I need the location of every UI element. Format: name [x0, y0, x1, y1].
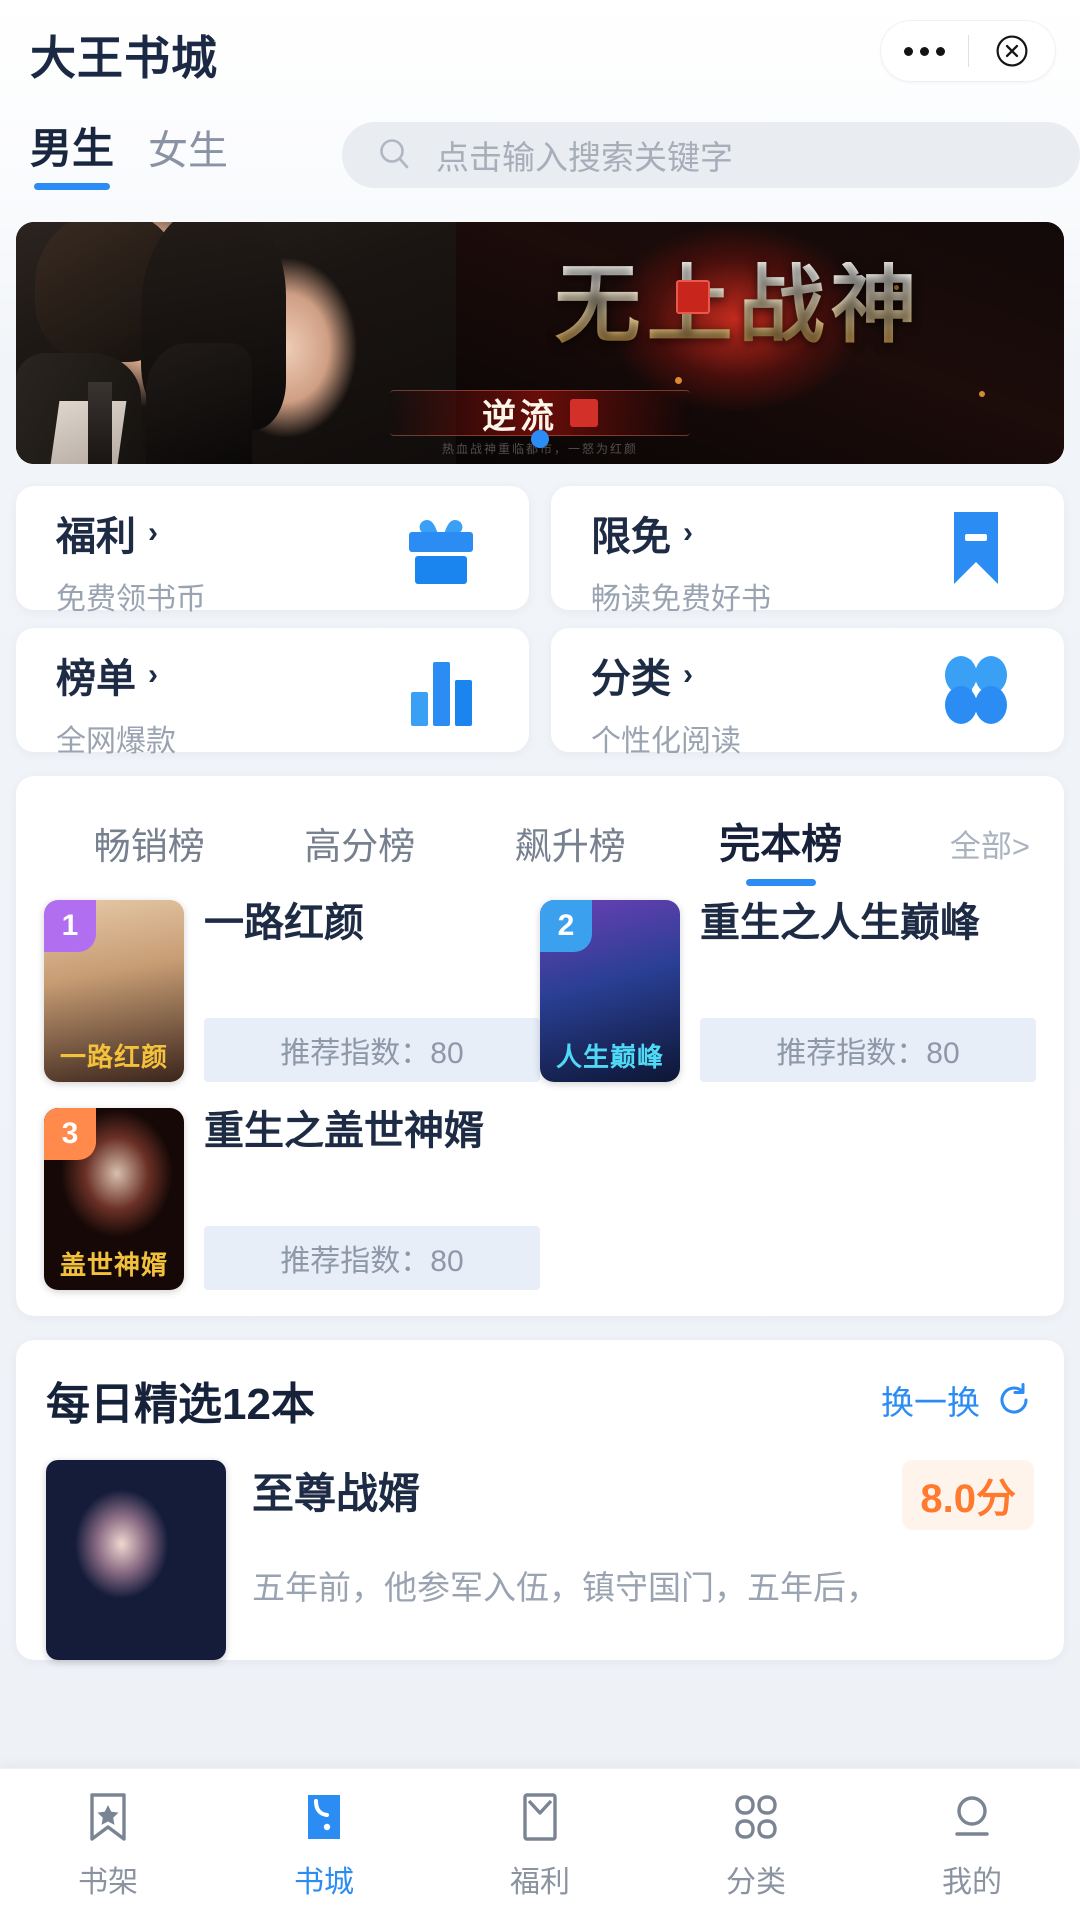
rank-badge: 1 [44, 900, 96, 952]
nav-item-bookshelf[interactable]: 书架 [0, 1789, 216, 1901]
daily-book-info: 至尊战婿 8.0分 五年前，他参军入伍，镇守国门，五年后， [252, 1460, 1034, 1660]
close-button[interactable] [969, 21, 1056, 81]
daily-book-headline: 至尊战婿 8.0分 [252, 1460, 1034, 1530]
book-cover: 1 一路红颜 [44, 900, 184, 1082]
daily-book-row[interactable]: 至尊战婿 8.0分 五年前，他参军入伍，镇守国门，五年后， [46, 1460, 1034, 1660]
page-title: 大王书城 [30, 22, 218, 88]
chevron-right-icon: › [683, 658, 693, 692]
book-title: 一路红颜 [204, 900, 540, 947]
chevron-right-icon: › [148, 658, 158, 692]
book-cover [46, 1460, 226, 1660]
ranking-tabs: 畅销榜 高分榜 飙升榜 完本榜 全部> [16, 796, 1064, 886]
book-title: 重生之人生巅峰 [700, 900, 1036, 947]
rank-tab-high-score[interactable]: 高分榜 [255, 816, 466, 886]
nav-item-welfare[interactable]: 福利 [432, 1789, 648, 1901]
book-description: 五年前，他参军入伍，镇守国门，五年后， [252, 1564, 1034, 1612]
more-dots-icon [904, 47, 945, 56]
search-icon [376, 136, 414, 174]
app-header: 大王书城 [0, 0, 1080, 100]
nav-item-category[interactable]: 分类 [648, 1789, 864, 1901]
banner-title: 无上战神 [435, 262, 1042, 348]
rank-badge: 3 [44, 1108, 96, 1160]
quick-entry-category[interactable]: 分类 › 个性化阅读 [551, 628, 1064, 752]
rank-view-all-link[interactable]: 全部> [886, 821, 1036, 886]
tab-female[interactable]: 女生 [148, 118, 228, 190]
cover-title-art: 人生巅峰 [540, 1037, 680, 1074]
daily-header: 每日精选12本 换一换 [46, 1368, 1034, 1432]
promo-banner[interactable]: 无上战神 逆流 热血战神重临都市，一怒为红颜 [16, 222, 1064, 464]
quick-entry-grid: 福利 › 免费领书币 限免 › 畅读免费好书 榜 [16, 486, 1064, 752]
app-screen: 大王书城 男生 女生 点击输入搜索关键字 [0, 0, 1080, 1920]
bottom-navigation: 书架 书城 福利 分类 [0, 1768, 1080, 1920]
rank-badge: 2 [540, 900, 592, 952]
book-title: 至尊战婿 [252, 1460, 420, 1521]
book-score: 推荐指数：80 [204, 1226, 540, 1290]
quick-entry-name: 福利 [56, 504, 136, 562]
quick-entry-limited-free[interactable]: 限免 › 畅读免费好书 [551, 486, 1064, 610]
book-title: 重生之盖世神婿 [204, 1108, 540, 1155]
nav-label: 书架 [78, 1857, 138, 1901]
rank-tab-bestseller[interactable]: 畅销榜 [44, 816, 255, 886]
refresh-label: 换一换 [881, 1376, 980, 1424]
ranking-section: 畅销榜 高分榜 飙升榜 完本榜 全部> 1 一路红颜 一路红颜 推荐指数：80 … [16, 776, 1064, 1316]
book-cover: 2 人生巅峰 [540, 900, 680, 1082]
welfare-envelope-icon [512, 1789, 568, 1845]
banner-dot-indicator[interactable] [531, 430, 549, 448]
banner-seal-icon [676, 280, 710, 314]
tab-male[interactable]: 男生 [30, 115, 114, 190]
rank-tab-completed[interactable]: 完本榜 [676, 810, 887, 886]
quick-entry-name: 分类 [591, 646, 671, 704]
gift-icon [397, 504, 485, 592]
banner-dress [146, 343, 252, 464]
bar-chart-icon [397, 646, 485, 734]
quick-entry-name: 榜单 [56, 646, 136, 704]
gender-tab-search-bar: 男生 女生 点击输入搜索关键字 [0, 100, 1080, 204]
quick-entry-name: 限免 [591, 504, 671, 562]
book-score: 推荐指数：80 [204, 1018, 540, 1082]
gender-tabs: 男生 女生 [30, 115, 228, 190]
book-meta: 重生之盖世神婿 推荐指数：80 [204, 1108, 540, 1290]
close-circle-icon [994, 33, 1030, 69]
quick-entry-welfare[interactable]: 福利 › 免费领书币 [16, 486, 529, 610]
chevron-right-icon: › [148, 516, 158, 550]
list-item[interactable]: 1 一路红颜 一路红颜 推荐指数：80 [44, 900, 540, 1082]
search-placeholder: 点击输入搜索关键字 [436, 131, 733, 179]
list-item[interactable]: 2 人生巅峰 重生之人生巅峰 推荐指数：80 [540, 900, 1036, 1082]
rank-tab-rising[interactable]: 飙升榜 [465, 816, 676, 886]
user-icon [944, 1789, 1000, 1845]
bookmark-star-icon [80, 1789, 136, 1845]
book-cover: 3 盖世神婿 [44, 1108, 184, 1290]
nav-label: 福利 [510, 1857, 570, 1901]
book-score: 推荐指数：80 [700, 1018, 1036, 1082]
refresh-icon [994, 1380, 1034, 1420]
banner-subtitle-seal-icon [570, 399, 598, 427]
nav-label: 分类 [726, 1857, 786, 1901]
chevron-right-icon: › [683, 516, 693, 550]
nav-item-mine[interactable]: 我的 [864, 1789, 1080, 1901]
ranking-book-list: 1 一路红颜 一路红颜 推荐指数：80 2 人生巅峰 重生之人生巅峰 推荐指数：… [16, 886, 1064, 1290]
cover-title-art: 盖世神婿 [44, 1245, 184, 1282]
quick-entry-ranking[interactable]: 榜单 › 全网爆款 [16, 628, 529, 752]
nav-label: 书城 [294, 1857, 354, 1901]
nav-item-bookstore[interactable]: 书城 [216, 1789, 432, 1901]
banner-tie [88, 382, 112, 464]
banner-subtitle: 逆流 [482, 389, 558, 438]
list-item[interactable]: 3 盖世神婿 重生之盖世神婿 推荐指数：80 [44, 1108, 540, 1290]
search-bar[interactable]: 点击输入搜索关键字 [342, 122, 1080, 188]
daily-title: 每日精选12本 [46, 1368, 315, 1432]
grid-four-icon [932, 646, 1020, 734]
daily-selection-section: 每日精选12本 换一换 至尊战婿 8.0分 五年前，他参军入伍，镇守国门，五年后… [16, 1340, 1064, 1660]
grid-four-icon [728, 1789, 784, 1845]
refresh-button[interactable]: 换一换 [881, 1376, 1034, 1424]
book-meta: 重生之人生巅峰 推荐指数：80 [700, 900, 1036, 1082]
bookmark-icon [932, 504, 1020, 592]
book-meta: 一路红颜 推荐指数：80 [204, 900, 540, 1082]
bookstore-icon [296, 1789, 352, 1845]
cover-title-art: 一路红颜 [44, 1037, 184, 1074]
rating-badge: 8.0分 [902, 1460, 1034, 1530]
more-button[interactable] [881, 21, 968, 81]
nav-label: 我的 [942, 1857, 1002, 1901]
wechat-capsule-bar [880, 20, 1056, 82]
